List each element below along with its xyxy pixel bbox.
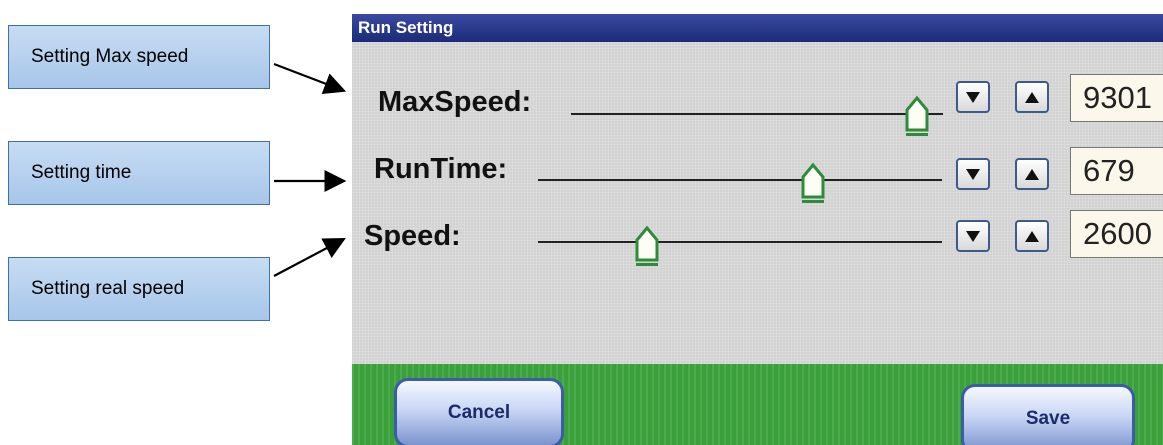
callout-real-speed: Setting real speed: [8, 257, 270, 321]
callout-real-speed-text: Setting real speed: [31, 278, 185, 299]
maxspeed-value[interactable]: 9301: [1070, 74, 1163, 122]
maxspeed-ticks: [571, 76, 943, 79]
callout-arrow-max-speed: [273, 62, 347, 94]
callout-time-text: Setting time: [31, 162, 132, 183]
up-triangle-icon: [1025, 168, 1039, 180]
callout-time: Setting time: [8, 141, 270, 205]
runtime-label: RunTime:: [374, 153, 508, 185]
speed-decrease-button[interactable]: [956, 220, 990, 252]
bottom-bar: Cancel Save: [352, 364, 1163, 445]
save-button[interactable]: Save: [961, 384, 1135, 445]
runtime-value[interactable]: 679: [1070, 147, 1163, 195]
maxspeed-decrease-button[interactable]: [956, 81, 990, 113]
speed-track: [538, 241, 942, 243]
run-setting-screen: Run Setting MaxSpeed: 9301 RunTime: 679 …: [352, 14, 1163, 445]
runtime-ticks: [538, 147, 942, 150]
down-triangle-icon: [966, 230, 980, 242]
runtime-increase-button[interactable]: [1015, 158, 1049, 190]
window-title: Run Setting: [358, 18, 454, 37]
speed-value[interactable]: 2600: [1070, 210, 1163, 258]
title-bar: Run Setting: [352, 14, 1163, 42]
callout-max-speed-text: Setting Max speed: [31, 46, 189, 67]
runtime-slider-thumb[interactable]: [801, 161, 825, 205]
speed-increase-button[interactable]: [1015, 220, 1049, 252]
speed-slider-thumb[interactable]: [635, 224, 659, 268]
maxspeed-slider-thumb[interactable]: [905, 94, 929, 138]
speed-label: Speed:: [364, 220, 461, 252]
up-triangle-icon: [1025, 91, 1039, 103]
maxspeed-track: [571, 113, 943, 115]
callout-arrow-real-speed: [273, 237, 346, 277]
runtime-decrease-button[interactable]: [956, 158, 990, 190]
down-triangle-icon: [966, 168, 980, 180]
maxspeed-label: MaxSpeed:: [378, 86, 532, 118]
speed-ticks: [538, 210, 942, 213]
runtime-track: [538, 179, 942, 181]
cancel-button[interactable]: Cancel: [394, 378, 564, 445]
down-triangle-icon: [966, 91, 980, 103]
up-triangle-icon: [1025, 230, 1039, 242]
callout-max-speed: Setting Max speed: [8, 25, 270, 89]
maxspeed-increase-button[interactable]: [1015, 81, 1049, 113]
